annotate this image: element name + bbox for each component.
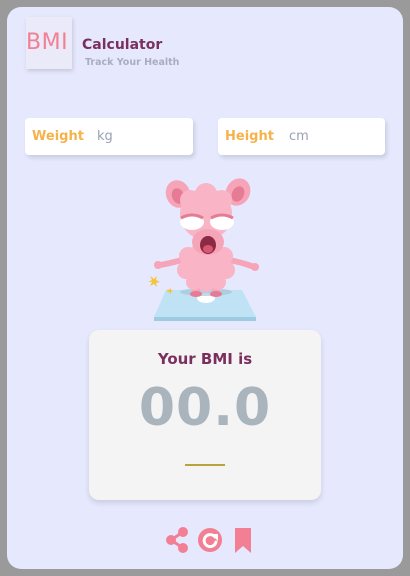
weight-unit: kg — [97, 129, 113, 144]
share-icon[interactable] — [164, 526, 190, 554]
app-subtitle: Track Your Health — [85, 57, 180, 68]
height-input[interactable] — [315, 126, 379, 148]
app-title: Calculator — [82, 37, 163, 53]
app-card: BMI Calculator Track Your Health Weight … — [7, 7, 403, 569]
weight-input[interactable] — [123, 126, 187, 148]
refresh-icon[interactable] — [197, 526, 223, 554]
llama-on-scale-illustration — [148, 178, 259, 321]
height-unit: cm — [289, 129, 309, 144]
height-label: Height — [225, 129, 274, 144]
weight-field[interactable]: Weight kg — [25, 118, 193, 155]
bookmark-icon[interactable] — [230, 526, 256, 554]
result-label: Your BMI is — [157, 350, 253, 368]
height-field[interactable]: Height cm — [218, 118, 385, 155]
result-card: Your BMI is 00.0 — [89, 330, 321, 500]
weight-label: Weight — [32, 129, 84, 144]
bmi-value: 00.0 — [138, 378, 272, 438]
logo-text: BMI — [26, 30, 69, 55]
result-underline — [185, 464, 225, 466]
